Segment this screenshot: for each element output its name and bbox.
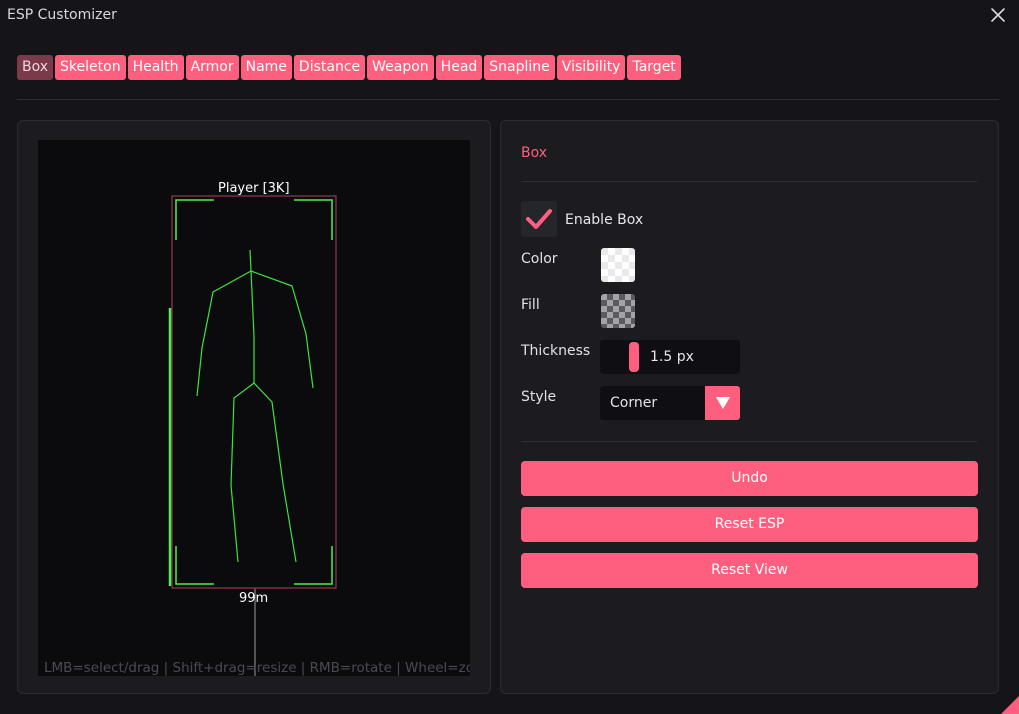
tab-target[interactable]: Target	[627, 55, 681, 80]
section-title: Box	[521, 145, 548, 161]
chevron-down-icon[interactable]	[705, 386, 740, 420]
tab-head[interactable]: Head	[435, 55, 483, 80]
tab-health[interactable]: Health	[127, 55, 184, 80]
reset-view-button[interactable]: Reset View	[521, 553, 978, 588]
tab-weapon[interactable]: Weapon	[367, 55, 434, 80]
resize-grip-icon[interactable]	[1001, 696, 1019, 714]
color-label: Color	[521, 251, 558, 267]
esp-box-outline[interactable]	[171, 195, 337, 589]
style-value: Corner	[610, 395, 658, 411]
title-bar[interactable]: ESP Customizer	[0, 0, 1019, 32]
tab-bar: Box Skeleton Health Armor Name Distance …	[17, 55, 681, 80]
enable-box-checkbox[interactable]	[521, 201, 557, 237]
settings-panel: Box Enable Box Color Fill Thickness 1.5 …	[500, 120, 999, 694]
enable-box-label: Enable Box	[565, 212, 644, 228]
undo-button[interactable]: Undo	[521, 461, 978, 496]
tab-distance[interactable]: Distance	[293, 55, 366, 80]
fill-swatch[interactable]	[601, 294, 635, 328]
tab-snapline[interactable]: Snapline	[484, 55, 555, 80]
distance-label: 99m	[239, 591, 269, 606]
tab-armor[interactable]: Armor	[185, 55, 239, 80]
tab-box[interactable]: Box	[17, 55, 54, 80]
tab-visibility[interactable]: Visibility	[556, 55, 626, 80]
tab-name[interactable]: Name	[240, 55, 292, 80]
close-icon[interactable]	[988, 5, 1008, 25]
fill-label: Fill	[521, 297, 540, 313]
section-divider	[521, 181, 977, 182]
checkmark-icon	[526, 209, 552, 229]
skeleton-lines	[196, 249, 314, 563]
controls-hint: LMB=select/drag | Shift+drag=resize | RM…	[44, 660, 470, 676]
reset-esp-button[interactable]: Reset ESP	[521, 507, 978, 542]
thickness-label: Thickness	[521, 343, 591, 359]
color-swatch[interactable]	[601, 248, 635, 282]
thickness-value: 1.5 px	[650, 349, 694, 365]
buttons-divider	[521, 441, 977, 442]
thickness-slider-handle[interactable]	[629, 342, 639, 372]
esp-box-corners	[175, 199, 333, 585]
preview-canvas[interactable]: Player [3K] 99m LMB=select/drag | Shift+…	[38, 140, 470, 676]
player-label: Player [3K]	[218, 181, 290, 196]
tab-skeleton[interactable]: Skeleton	[55, 55, 126, 80]
header-divider	[17, 99, 999, 100]
window-title: ESP Customizer	[7, 7, 117, 23]
thickness-slider[interactable]: 1.5 px	[600, 340, 740, 374]
style-label: Style	[521, 389, 557, 405]
style-dropdown[interactable]: Corner	[600, 386, 740, 420]
